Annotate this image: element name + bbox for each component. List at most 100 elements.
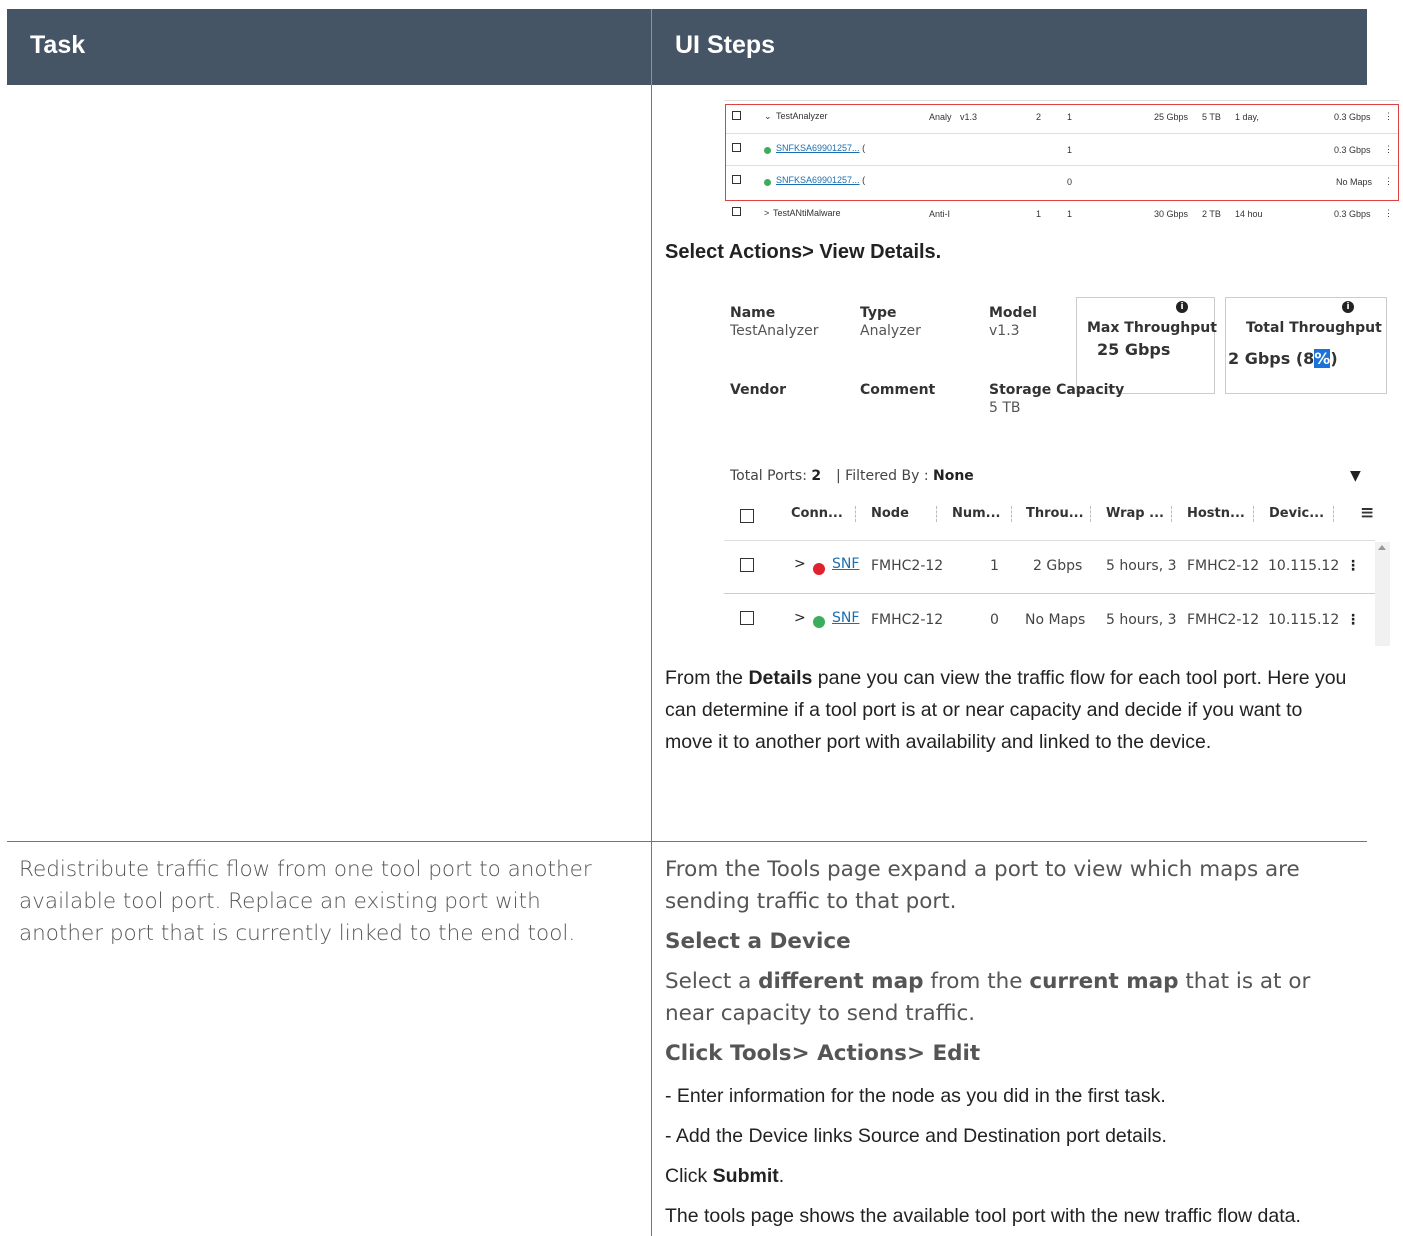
max-throughput-title: Max Throughput (1087, 320, 1217, 336)
total-throughput-title: Total Throughput (1246, 320, 1382, 336)
hostname-cell: FMHC2-12 (1187, 558, 1260, 574)
row-menu-icon[interactable]: ⋮ (1384, 208, 1393, 219)
total-throughput-card: i Total Throughput 2 Gbps (8%) (1225, 297, 1387, 394)
tool-type: Analy (929, 112, 952, 122)
vendor-label: Vendor (730, 382, 787, 398)
port-link-text[interactable]: SNFKSA69901257... (776, 143, 860, 153)
row-checkbox[interactable] (732, 111, 741, 120)
storage: 2 TB (1202, 209, 1221, 219)
max-throughput: 30 Gbps (1154, 209, 1189, 219)
step-bold-text: current map (1029, 969, 1179, 994)
steps-redistribute-traffic: From the Tools page expand a port to vie… (665, 854, 1355, 1228)
info-icon[interactable]: i (1342, 301, 1354, 313)
step-result: The tools page shows the available tool … (665, 1205, 1301, 1227)
filter-icon[interactable]: ▼ (1350, 468, 1361, 484)
type-value: Analyzer (860, 323, 921, 339)
total-throughput: No Maps (1336, 177, 1373, 187)
total-ports-label: Total Ports: (730, 468, 807, 484)
max-throughput-card: i Max Throughput 25 Gbps (1076, 297, 1217, 394)
row-checkbox[interactable] (732, 143, 741, 152)
row-separator (726, 165, 1398, 166)
connection-link[interactable]: SNF (832, 556, 859, 572)
step-click-submit: Click Submit. (665, 1164, 1355, 1188)
connection-link[interactable]: SNF (832, 610, 859, 626)
row-menu-icon[interactable]: ⋮ (1346, 612, 1360, 628)
total-throughput-value-main: 2 Gbps (8 (1228, 349, 1315, 368)
column-separator (855, 506, 856, 522)
port-count: 1 (1036, 209, 1042, 219)
total-ports: Total Ports: 2 (730, 468, 821, 484)
row-divider (7, 841, 1367, 842)
step-bold-text: Submit (712, 1165, 779, 1187)
node-cell: FMHC2-12 (871, 612, 944, 628)
row-menu-icon[interactable]: ⋮ (1346, 558, 1360, 574)
map-count: 1 (1067, 112, 1073, 122)
expand-chevron-icon[interactable]: > (794, 556, 806, 572)
tool-type: Anti-I (929, 209, 951, 219)
port-link[interactable]: SNFKSA69901257... ( (776, 175, 865, 185)
step-text: from the (923, 969, 1030, 994)
device-cell: 10.115.12 (1268, 558, 1340, 574)
total-throughput: 0.3 Gbps (1334, 112, 1371, 122)
column-header-connection[interactable]: Conn... (791, 506, 843, 521)
hostname-cell: FMHC2-12 (1187, 612, 1260, 628)
table-header-border (724, 540, 1375, 541)
expand-chevron-icon[interactable]: > (764, 208, 769, 218)
row-checkbox[interactable] (732, 175, 741, 184)
comment-label: Comment (860, 382, 936, 398)
port-link-text[interactable]: SNFKSA69901257... (776, 175, 860, 185)
row-menu-icon[interactable]: ⋮ (1384, 111, 1393, 122)
map-count: 1 (1067, 209, 1073, 219)
task-column-header: Task (30, 31, 86, 59)
column-header-device[interactable]: Devic... (1269, 506, 1324, 521)
column-header-number[interactable]: Num... (952, 506, 1001, 521)
port-link[interactable]: SNFKSA69901257... ( (776, 143, 865, 153)
column-header-node[interactable]: Node (871, 506, 909, 521)
step-text: Select a (665, 969, 759, 994)
select-all-checkbox[interactable] (740, 509, 754, 523)
row-separator (726, 133, 1398, 134)
number-cell: 0 (990, 612, 999, 628)
row-menu-icon[interactable]: ⋮ (1384, 144, 1393, 155)
list-top-border (724, 100, 1399, 101)
column-header-wrap[interactable]: Wrap ... (1106, 506, 1164, 521)
row-checkbox[interactable] (740, 611, 754, 625)
column-separator (936, 506, 937, 522)
step-add-device-links: - Add the Device links Source and Destin… (665, 1125, 1167, 1147)
expand-chevron-icon[interactable]: ⌄ (764, 111, 772, 122)
tool-model: v1.3 (960, 112, 978, 122)
total-throughput-value: 2 Gbps (8%) (1228, 349, 1338, 368)
row-checkbox[interactable] (740, 558, 754, 572)
row-checkbox[interactable] (732, 207, 741, 216)
row-separator (724, 593, 1375, 594)
total-throughput-value-highlight: % (1314, 349, 1331, 368)
number-cell: 1 (990, 558, 999, 574)
column-separator (1253, 506, 1254, 522)
info-icon[interactable]: i (1176, 301, 1188, 313)
column-header-throughput[interactable]: Throu... (1026, 506, 1084, 521)
step-bold-text: different map (758, 969, 924, 994)
map-count: 1 (1067, 145, 1073, 155)
total-throughput: 0.3 Gbps (1334, 209, 1371, 219)
row-menu-icon[interactable]: ⋮ (1384, 176, 1393, 187)
storage-label: Storage Capacity (989, 382, 1125, 398)
filtered-by-value: None (933, 468, 974, 484)
total-ports-value: 2 (811, 468, 822, 484)
column-divider (651, 85, 652, 1236)
status-dot-icon (813, 563, 825, 575)
table-header: Task UI Steps (7, 9, 1367, 85)
table-scrollbar[interactable] (1375, 542, 1390, 646)
throughput-cell: 2 Gbps (1033, 558, 1083, 574)
status-dot-green (764, 179, 771, 186)
throughput-cell: No Maps (1025, 612, 1086, 628)
columns-menu-icon[interactable]: ≡ (1360, 503, 1374, 523)
details-description-text: From the (665, 667, 749, 689)
column-header-hostname[interactable]: Hostn... (1187, 506, 1245, 521)
scroll-up-arrow-icon[interactable] (1378, 545, 1386, 550)
details-pane-screenshot: Name TestAnalyzer Type Analyzer Model v1… (724, 290, 1390, 646)
total-throughput: 0.3 Gbps (1334, 145, 1371, 155)
step-select-map: Select a different map from the current … (665, 966, 1355, 1030)
filtered-by-label: | Filtered By : (836, 468, 929, 484)
expand-chevron-icon[interactable]: > (794, 610, 806, 626)
name-label: Name (730, 305, 776, 321)
